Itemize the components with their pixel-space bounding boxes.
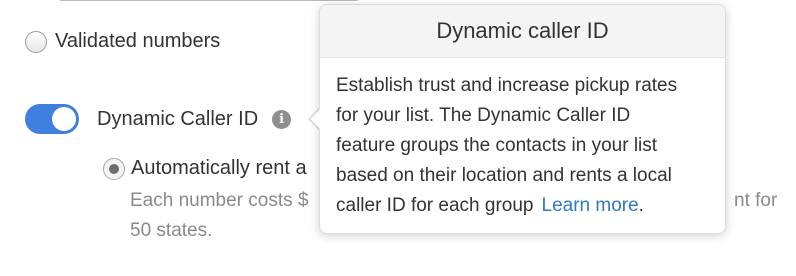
popover-body-last-line: caller ID for each group Learn more. <box>336 191 709 221</box>
validated-numbers-label: Validated numbers <box>55 30 221 52</box>
dynamic-caller-id-option: Dynamic Caller ID i <box>25 104 292 134</box>
popover-body-line: based on their location and rents a loca… <box>336 165 672 186</box>
popover-body-line: caller ID for each group <box>336 195 534 216</box>
dynamic-caller-id-toggle[interactable] <box>25 104 79 134</box>
link-suffix: . <box>638 195 644 216</box>
auto-rent-radio[interactable] <box>103 157 125 180</box>
dynamic-caller-id-popover: Dynamic caller ID Establish trust and in… <box>319 4 726 234</box>
validated-numbers-option[interactable]: Validated numbers <box>25 30 220 53</box>
auto-rent-help-line2: 50 states. <box>130 220 213 241</box>
popover-body-line: Establish trust and increase pickup rate… <box>336 75 678 96</box>
page: Validated numbers Dynamic Caller ID i Au… <box>0 0 796 276</box>
learn-more-link[interactable]: Learn more <box>542 195 639 216</box>
popover-body-line: feature groups the contacts in your list <box>336 135 658 156</box>
popover-arrow-fill <box>310 108 321 130</box>
auto-rent-label: Automatically rent a <box>131 157 307 179</box>
toggle-knob <box>52 107 76 131</box>
auto-rent-option[interactable]: Automatically rent a <box>103 157 307 180</box>
auto-rent-help-line1-end: nt for <box>734 190 778 211</box>
validated-numbers-radio[interactable] <box>25 30 47 53</box>
dynamic-caller-id-label: Dynamic Caller ID <box>97 107 259 130</box>
auto-rent-help-line1: Each number costs $ <box>130 190 309 211</box>
info-icon[interactable]: i <box>272 109 292 129</box>
popover-body: Establish trust and increase pickup rate… <box>320 58 725 221</box>
popover-body-line: for your list. The Dynamic Caller ID <box>336 105 631 126</box>
text-input[interactable] <box>58 0 360 1</box>
popover-title: Dynamic caller ID <box>320 5 725 58</box>
